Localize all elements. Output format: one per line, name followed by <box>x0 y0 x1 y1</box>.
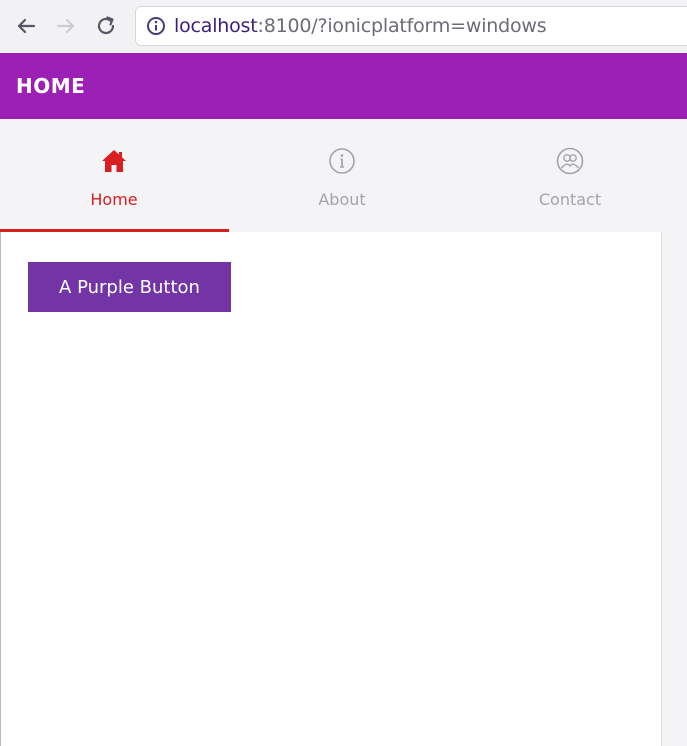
url-path: :8100/?ionicplatform=windows <box>257 15 547 37</box>
tab-contact[interactable]: Contact <box>456 119 684 232</box>
info-circle-icon <box>327 146 357 176</box>
page-title: HOME <box>16 74 86 98</box>
app-page: localhost:8100/?ionicplatform=windows HO… <box>0 0 687 746</box>
url-text: localhost:8100/?ionicplatform=windows <box>174 15 547 37</box>
app-header: HOME <box>0 53 687 119</box>
home-icon <box>99 146 129 176</box>
browser-toolbar: localhost:8100/?ionicplatform=windows <box>0 0 687 52</box>
main-content: A Purple Button <box>0 232 661 746</box>
tab-contact-label: Contact <box>538 190 602 209</box>
arrow-left-icon <box>17 18 36 34</box>
arrow-right-icon <box>56 18 75 34</box>
tab-home-label: Home <box>90 190 138 209</box>
forward-button[interactable] <box>52 12 80 40</box>
purple-button[interactable]: A Purple Button <box>28 262 231 312</box>
back-button[interactable] <box>12 12 40 40</box>
reload-button[interactable] <box>92 12 120 40</box>
tab-about-label: About <box>318 190 366 209</box>
info-icon[interactable] <box>146 16 166 36</box>
address-bar[interactable]: localhost:8100/?ionicplatform=windows <box>135 6 687 46</box>
tab-bar: Home About Contact <box>0 119 687 232</box>
reload-icon <box>97 16 115 35</box>
tab-about[interactable]: About <box>228 119 456 232</box>
tab-home[interactable]: Home <box>0 119 229 232</box>
url-host: localhost <box>174 15 258 37</box>
scrollbar-gutter <box>661 232 687 746</box>
contacts-icon <box>555 146 585 176</box>
